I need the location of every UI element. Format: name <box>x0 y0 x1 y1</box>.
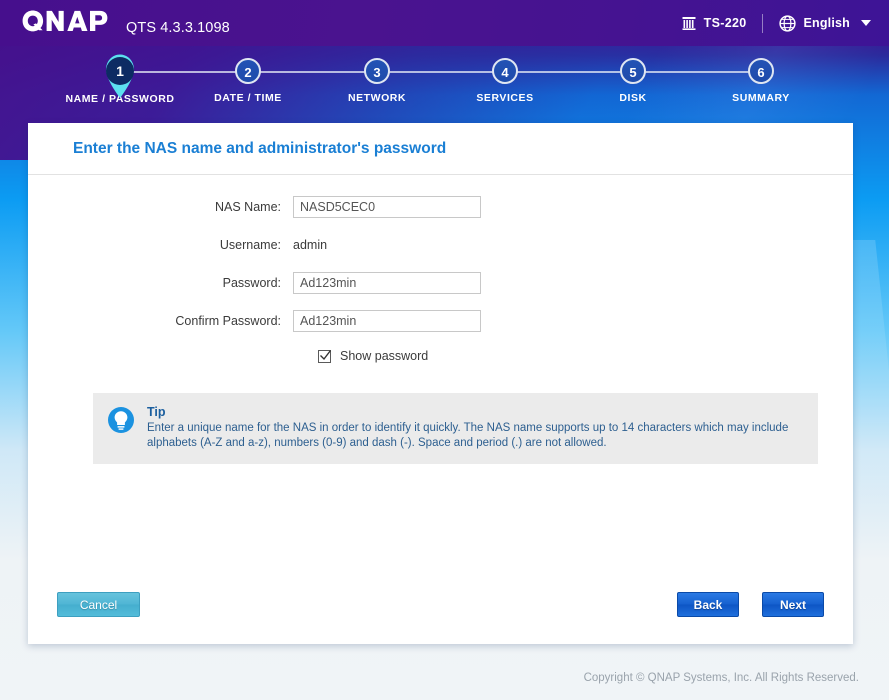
show-password-label[interactable]: Show password <box>340 349 428 363</box>
tip-title: Tip <box>147 405 166 419</box>
app-header: QTS 4.3.3.1098 TS-220 English <box>0 0 889 46</box>
lightbulb-icon <box>108 407 134 433</box>
copyright-footer: Copyright © QNAP Systems, Inc. All Right… <box>583 672 859 684</box>
step-5-number: 5 <box>620 58 646 84</box>
step-4-label: SERVICES <box>476 92 534 104</box>
tip-body: Tip Enter a unique name for the NAS in o… <box>147 405 804 451</box>
password-input[interactable] <box>293 272 481 294</box>
step-4-services[interactable]: 4 SERVICES <box>435 52 575 104</box>
back-button[interactable]: Back <box>677 592 739 617</box>
confirm-password-label: Confirm Password: <box>175 314 281 328</box>
qnap-logo <box>22 10 108 32</box>
nas-name-label: NAS Name: <box>215 200 281 214</box>
globe-icon <box>779 14 797 32</box>
show-password-row: Show password <box>318 345 853 367</box>
step-3-label: NETWORK <box>347 92 407 104</box>
qts-version-label: QTS 4.3.3.1098 <box>126 20 230 36</box>
language-selector[interactable]: English <box>779 14 871 32</box>
step-2-number: 2 <box>235 58 261 84</box>
step-6-summary[interactable]: 6 SUMMARY <box>691 52 831 104</box>
brand-block: QTS 4.3.3.1098 <box>22 10 230 36</box>
chevron-down-icon <box>861 20 871 26</box>
username-value: admin <box>293 238 328 252</box>
step-2-label: DATE / TIME <box>214 92 282 104</box>
nas-setup-form: NAS Name: Username: admin Password: Conf… <box>28 175 853 367</box>
nas-server-icon <box>682 17 696 30</box>
username-row: Username: admin <box>28 231 853 259</box>
password-row: Password: <box>28 269 853 297</box>
show-password-checkbox[interactable] <box>318 349 332 363</box>
model-indicator: TS-220 <box>681 15 747 31</box>
model-name-label: TS-220 <box>703 16 747 30</box>
confirm-password-row: Confirm Password: <box>28 307 853 335</box>
step-5-label: DISK <box>619 92 647 104</box>
step-1-name-password[interactable]: 1 NAME / PASSWORD <box>50 52 190 105</box>
cancel-button[interactable]: Cancel <box>57 592 140 617</box>
step-3-network[interactable]: 3 NETWORK <box>307 52 447 104</box>
step-1-number: 1 <box>106 57 134 85</box>
step-6-label: SUMMARY <box>732 92 790 104</box>
step-2-date-time[interactable]: 2 DATE / TIME <box>178 52 318 104</box>
step-3-number: 3 <box>364 58 390 84</box>
confirm-password-input[interactable] <box>293 310 481 332</box>
tip-text: Enter a unique name for the NAS in order… <box>147 422 789 449</box>
page-title: Enter the NAS name and administrator's p… <box>28 123 853 175</box>
password-label: Password: <box>222 276 281 290</box>
checkmark-icon <box>320 349 332 360</box>
next-button[interactable]: Next <box>762 592 824 617</box>
step-4-number: 4 <box>492 58 518 84</box>
username-label: Username: <box>219 238 281 252</box>
setup-wizard-stepper: 1 NAME / PASSWORD 2 DATE / TIME 3 NETWOR… <box>0 52 889 114</box>
nas-name-input[interactable] <box>293 196 481 218</box>
language-label: English <box>803 16 850 30</box>
wizard-panel: Enter the NAS name and administrator's p… <box>28 123 853 644</box>
step-6-number: 6 <box>748 58 774 84</box>
step-5-disk[interactable]: 5 DISK <box>563 52 703 104</box>
nas-name-row: NAS Name: <box>28 193 853 221</box>
header-divider <box>762 13 764 33</box>
tip-box: Tip Enter a unique name for the NAS in o… <box>93 393 818 464</box>
header-right-group: TS-220 English <box>681 0 871 46</box>
